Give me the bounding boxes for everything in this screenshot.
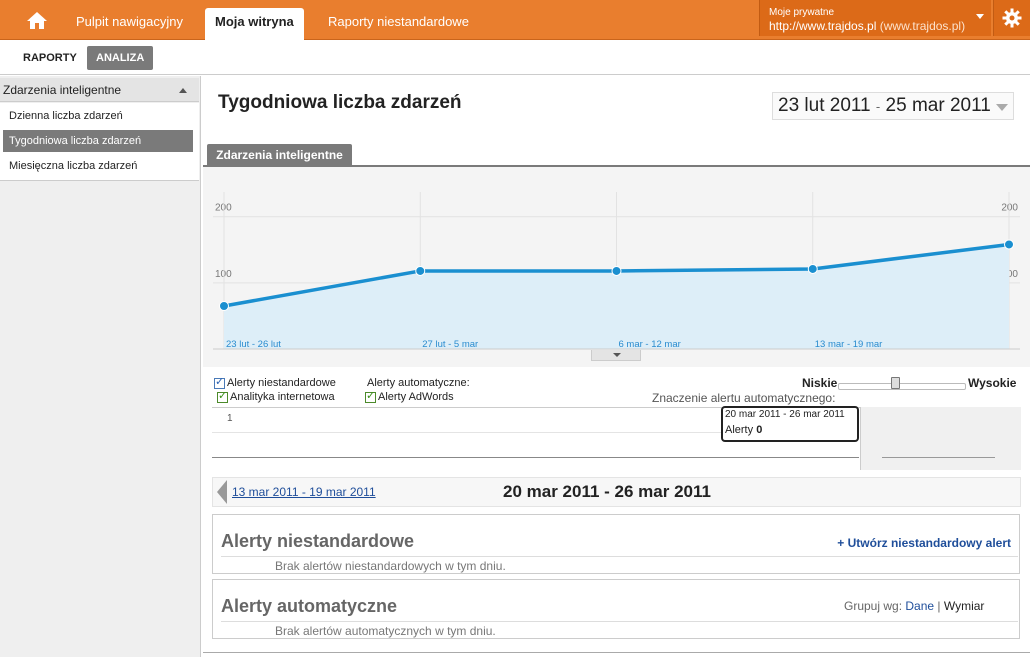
prev-week-link[interactable]: 13 mar 2011 - 19 mar 2011	[232, 485, 376, 499]
sidebar-item-weekly[interactable]: Tygodniowa liczba zdarzeń	[3, 130, 193, 152]
alert-tooltip: 20 mar 2011 - 26 mar 2011 Alerty 0	[721, 406, 859, 442]
gear-icon[interactable]	[993, 0, 1030, 36]
chevron-down-icon	[976, 14, 984, 19]
sidebar-section-header[interactable]: Zdarzenia inteligentne	[0, 78, 199, 102]
analysis-button[interactable]: ANALIZA	[87, 46, 154, 70]
tooltip-alerts: Alerty 0	[725, 424, 763, 436]
tab-dashboard[interactable]: Pulpit nawigacyjny	[66, 8, 193, 40]
legend-custom-alerts[interactable]: Alerty niestandardowe	[214, 376, 336, 389]
tab-my-site[interactable]: Moja witryna	[205, 8, 304, 40]
legend-adwords[interactable]: Alerty AdWords	[365, 390, 454, 403]
home-icon[interactable]	[12, 0, 62, 40]
x-tick-label: 27 lut - 5 mar	[422, 339, 478, 350]
account-label: Moje prywatne	[769, 7, 835, 18]
panel-divider	[221, 621, 1018, 622]
legend-web-analytics[interactable]: Analityka internetowa	[217, 390, 335, 403]
data-point	[415, 265, 426, 276]
auto-alerts-panel: Alerty automatyczne Grupuj wg: Dane | Wy…	[212, 579, 1020, 639]
data-point	[807, 263, 818, 274]
x-tick-label: 13 mar - 19 mar	[815, 339, 883, 350]
timeline-overview-line	[882, 457, 995, 458]
bottom-border	[203, 652, 1030, 653]
chart-expand-handle[interactable]	[591, 350, 641, 361]
panel-divider	[221, 556, 1018, 557]
account-url: http://www.trajdos.pl (www.trajdos.pl)	[769, 19, 966, 33]
tab-custom-reports[interactable]: Raporty niestandardowe	[318, 8, 479, 40]
checkbox-adwords[interactable]	[365, 390, 376, 403]
chevron-down-icon	[996, 104, 1008, 111]
significance-slider-thumb[interactable]	[890, 377, 900, 389]
group-by: Grupuj wg: Dane | Wymiar	[844, 599, 985, 613]
top-bar: Pulpit nawigacyjny Moja witryna Raporty …	[0, 0, 1030, 40]
create-custom-alert-link[interactable]: + Utwórz niestandardowy alert	[837, 536, 1011, 550]
tooltip-date: 20 mar 2011 - 26 mar 2011	[725, 409, 845, 420]
reports-button[interactable]: RAPORTY	[14, 46, 86, 70]
date-range-picker[interactable]: 23 lut 2011 - 25 mar 2011	[772, 92, 1014, 120]
page-title: Tygodniowa liczba zdarzeń	[218, 92, 462, 113]
prev-week-arrow-icon[interactable]	[217, 480, 227, 504]
current-week-label: 20 mar 2011 - 26 mar 2011	[503, 482, 711, 501]
timeline-axis-value: 1	[227, 413, 233, 424]
slider-low-label: Niskie	[802, 376, 838, 390]
chevron-down-icon	[613, 353, 621, 357]
custom-alerts-title: Alerty niestandardowe	[221, 531, 415, 551]
auto-alerts-label: Alerty automatyczne:	[367, 377, 470, 389]
group-by-dimension[interactable]: Wymiar	[944, 599, 985, 613]
data-point	[219, 301, 229, 311]
y-tick-right: 200	[1001, 203, 1018, 214]
sidebar-list: Dzienna liczba zdarzeń Tygodniowa liczba…	[0, 103, 199, 181]
x-tick-label: 6 mar - 12 mar	[619, 339, 681, 350]
tab-intelligence-events[interactable]: Zdarzenia inteligentne	[207, 144, 352, 166]
x-tick-label: 23 lut - 26 lut	[226, 339, 281, 350]
slider-high-label: Wysokie	[968, 376, 1017, 390]
auto-alerts-empty: Brak alertów automatycznych w tym dniu.	[275, 624, 496, 638]
events-chart: 100 100200 20023 lut - 26 lut 27 lut - 5 ma…	[213, 192, 1020, 350]
custom-alerts-empty: Brak alertów niestandardowych w tym dniu…	[275, 559, 506, 573]
sidebar: Zdarzenia inteligentne Dzienna liczba zd…	[0, 76, 201, 657]
checkbox-custom-alerts[interactable]	[214, 376, 225, 389]
custom-alerts-panel: Alerty niestandardowe + Utwórz niestanda…	[212, 514, 1020, 574]
data-point	[611, 265, 622, 276]
auto-alerts-title: Alerty automatyczne	[221, 596, 398, 616]
sidebar-item-monthly[interactable]: Miesięczna liczba zdarzeń	[3, 155, 193, 177]
timeline-baseline	[212, 457, 859, 458]
significance-label: Znaczenie alertu automatycznego:	[652, 391, 836, 405]
significance-slider[interactable]	[838, 383, 966, 390]
sub-nav: RAPORTY ANALIZA	[0, 41, 1030, 75]
chevron-up-icon	[179, 88, 187, 93]
data-point	[1004, 239, 1014, 250]
account-selector[interactable]: Moje prywatne http://www.trajdos.pl (www…	[759, 0, 991, 36]
timeline-overview	[860, 407, 1021, 470]
group-by-data-link[interactable]: Dane	[905, 599, 934, 613]
sidebar-item-daily[interactable]: Dzienna liczba zdarzeń	[3, 105, 193, 127]
checkbox-web-analytics[interactable]	[217, 390, 228, 403]
